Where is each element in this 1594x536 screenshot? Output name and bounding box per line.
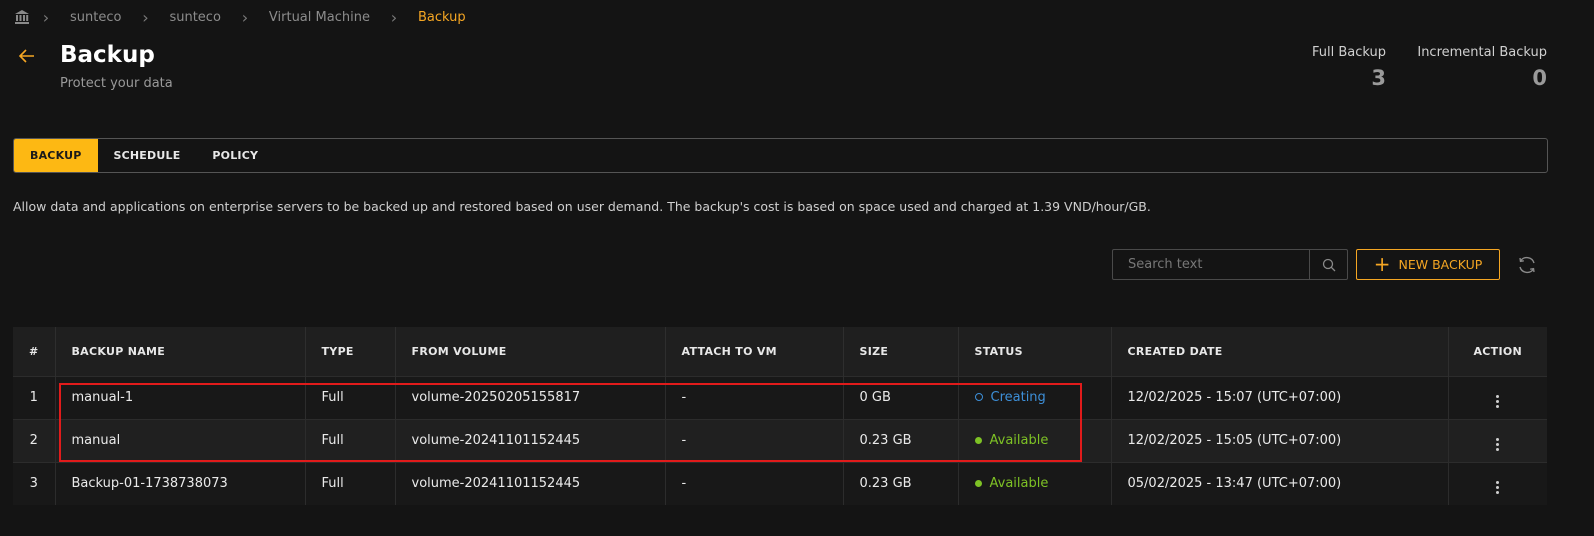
column-header-index: # xyxy=(13,327,56,376)
search-button[interactable] xyxy=(1309,250,1347,279)
more-options-icon[interactable] xyxy=(1496,481,1500,495)
status-cell: Creating xyxy=(958,375,1112,419)
page-subtitle: Protect your data xyxy=(60,76,173,91)
status-label: Available xyxy=(989,433,1049,448)
new-backup-label: NEW BACKUP xyxy=(1398,257,1483,272)
backup-type: Full xyxy=(305,418,396,462)
table-row[interactable]: 3 Backup-01-1738738073 Full volume-20241… xyxy=(13,461,1547,505)
attach-to-vm: - xyxy=(665,418,844,462)
status-cell: Available xyxy=(958,461,1112,505)
status-badge: Available xyxy=(974,476,1049,492)
created-date: 12/02/2025 - 15:05 (UTC+07:00) xyxy=(1111,418,1449,462)
column-header-action: ACTION xyxy=(1473,344,1523,358)
incremental-backup-stat: Incremental Backup 0 xyxy=(1410,45,1547,90)
more-options-icon[interactable] xyxy=(1496,395,1500,408)
status-dot-icon xyxy=(974,437,982,444)
backup-name[interactable]: manual-1 xyxy=(55,375,306,419)
full-backup-label: Full Backup xyxy=(1311,45,1386,60)
attach-to-vm: - xyxy=(665,461,844,505)
column-header-status: STATUS xyxy=(958,327,1112,376)
chevron-right-icon: › xyxy=(142,7,149,27)
plus-icon: + xyxy=(1373,251,1391,276)
status-dot-icon xyxy=(974,480,982,488)
row-index: 3 xyxy=(13,461,56,505)
search-input[interactable] xyxy=(1113,250,1309,279)
action-cell xyxy=(1448,418,1547,462)
breadcrumb: › sunteco › sunteco › Virtual Machine › … xyxy=(12,6,476,28)
column-header-backup-name: BACKUP NAME xyxy=(55,327,306,376)
page-title: Backup xyxy=(60,42,155,68)
breadcrumb-item-virtual-machine[interactable]: Virtual Machine xyxy=(259,10,380,25)
backup-description: Allow data and applications on enterpris… xyxy=(13,199,1151,214)
new-backup-button[interactable]: + NEW BACKUP xyxy=(1356,249,1500,280)
status-badge: Available xyxy=(974,433,1049,448)
backup-type: Full xyxy=(305,375,396,419)
status-label: Available xyxy=(989,476,1049,492)
column-header-from-volume: FROM VOLUME xyxy=(395,327,666,376)
tab-bar: BACKUP SCHEDULE POLICY xyxy=(13,138,1548,173)
status-dot-icon xyxy=(974,393,983,402)
chevron-right-icon: › xyxy=(241,7,249,27)
column-header-type: TYPE xyxy=(305,327,396,376)
tab-schedule[interactable]: SCHEDULE xyxy=(98,139,197,172)
breadcrumb-item-sunteco[interactable]: sunteco xyxy=(60,10,131,25)
full-backup-stat: Full Backup 3 xyxy=(1305,45,1386,90)
created-date: 12/02/2025 - 15:07 (UTC+07:00) xyxy=(1111,375,1449,419)
action-cell xyxy=(1448,461,1547,505)
more-options-icon[interactable] xyxy=(1496,438,1500,451)
status-label: Creating xyxy=(990,389,1046,405)
table-row[interactable]: 1 manual-1 Full volume-20250205155817 - … xyxy=(13,375,1547,419)
column-header-created-date: CREATED DATE xyxy=(1111,327,1449,376)
created-date: 05/02/2025 - 13:47 (UTC+07:00) xyxy=(1111,461,1449,505)
chevron-right-icon: › xyxy=(42,7,50,27)
table-header-row: # BACKUP NAME TYPE FROM VOLUME ATTACH TO… xyxy=(13,327,1547,376)
breadcrumb-item-backup: Backup xyxy=(417,9,466,25)
table-row[interactable]: 2 manual Full volume-20241101152445 - 0.… xyxy=(13,418,1547,462)
backup-type: Full xyxy=(305,461,396,505)
from-volume: volume-20250205155817 xyxy=(395,375,666,419)
backup-table: # BACKUP NAME TYPE FROM VOLUME ATTACH TO… xyxy=(13,327,1547,505)
from-volume: volume-20241101152445 xyxy=(395,418,666,462)
backup-name[interactable]: manual xyxy=(55,418,306,462)
backup-size: 0 GB xyxy=(843,375,959,419)
status-badge: Creating xyxy=(974,389,1046,405)
attach-to-vm: - xyxy=(665,375,844,419)
backup-size: 0.23 GB xyxy=(843,418,959,462)
refresh-icon[interactable] xyxy=(1515,253,1539,277)
row-index: 1 xyxy=(13,375,56,419)
column-header-size: SIZE xyxy=(843,327,959,376)
bank-icon[interactable] xyxy=(12,7,32,27)
search-box xyxy=(1112,249,1348,280)
from-volume: volume-20241101152445 xyxy=(395,461,666,505)
incremental-backup-count: 0 xyxy=(1532,66,1547,90)
search-icon xyxy=(1322,258,1335,271)
full-backup-count: 3 xyxy=(1371,66,1386,90)
row-index: 2 xyxy=(13,418,56,462)
incremental-backup-label: Incremental Backup xyxy=(1417,45,1547,60)
column-header-attach-to-vm: ATTACH TO VM xyxy=(665,327,844,376)
status-cell: Available xyxy=(958,418,1112,462)
action-cell xyxy=(1448,375,1547,419)
backup-size: 0.23 GB xyxy=(843,461,959,505)
tab-policy[interactable]: POLICY xyxy=(196,139,274,172)
breadcrumb-item-sunteco-project[interactable]: sunteco xyxy=(159,10,230,25)
backup-name[interactable]: Backup-01-1738738073 xyxy=(55,461,306,505)
tab-backup[interactable]: BACKUP xyxy=(14,139,98,172)
chevron-right-icon: › xyxy=(390,7,398,27)
back-arrow-icon[interactable] xyxy=(18,46,36,70)
